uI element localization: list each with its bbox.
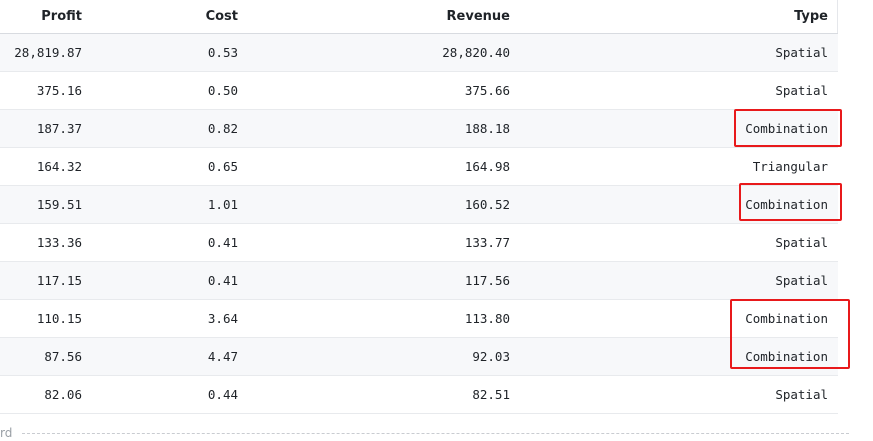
cell-type: Triangular — [510, 147, 828, 186]
cell-type: Spatial — [510, 261, 828, 300]
cell-profit: 159.51 — [0, 185, 82, 224]
cell-spacer — [828, 33, 838, 72]
cell-type: Spatial — [510, 33, 828, 72]
table-row[interactable]: 187.37 0.82 188.18 Combination — [0, 109, 838, 148]
table-row[interactable]: 28,819.87 0.53 28,820.40 Spatial — [0, 33, 838, 72]
table-row[interactable]: 87.56 4.47 92.03 Combination — [0, 337, 838, 376]
column-header-cost[interactable]: Cost — [82, 0, 238, 34]
cell-revenue: 92.03 — [238, 337, 510, 376]
cell-revenue: 164.98 — [238, 147, 510, 186]
table-row[interactable]: 110.15 3.64 113.80 Combination — [0, 299, 838, 338]
cell-profit: 87.56 — [0, 337, 82, 376]
table-row[interactable]: 164.32 0.65 164.98 Triangular — [0, 147, 838, 186]
cell-revenue: 117.56 — [238, 261, 510, 300]
cell-profit: 82.06 — [0, 375, 82, 414]
column-header-spacer — [828, 0, 838, 34]
table-row[interactable]: 133.36 0.41 133.77 Spatial — [0, 223, 838, 262]
table-row[interactable]: 82.06 0.44 82.51 Spatial — [0, 375, 838, 414]
cell-cost: 0.50 — [82, 71, 238, 110]
cell-type: Combination — [510, 185, 828, 224]
cell-cost: 3.64 — [82, 299, 238, 338]
results-table: Profit Cost Revenue Type 28,819.87 0.53 28… — [0, 0, 838, 414]
cell-type: Spatial — [510, 375, 828, 414]
table-row[interactable]: 375.16 0.50 375.66 Spatial — [0, 71, 838, 110]
column-header-profit[interactable]: Profit — [0, 0, 82, 34]
cell-spacer — [828, 223, 838, 262]
footer-partial-text: rd — [0, 426, 13, 440]
table-row[interactable]: 117.15 0.41 117.56 Spatial — [0, 261, 838, 300]
cell-spacer — [828, 299, 838, 338]
cell-spacer — [828, 147, 838, 186]
cell-type: Spatial — [510, 223, 828, 262]
cell-cost: 0.41 — [82, 223, 238, 262]
cell-revenue: 82.51 — [238, 375, 510, 414]
cell-profit: 117.15 — [0, 261, 82, 300]
cell-type: Spatial — [510, 71, 828, 110]
cell-spacer — [828, 109, 838, 148]
cell-spacer — [828, 375, 838, 414]
column-header-type[interactable]: Type — [510, 0, 828, 34]
cell-revenue: 188.18 — [238, 109, 510, 148]
cell-type: Combination — [510, 109, 828, 148]
table-row[interactable]: 159.51 1.01 160.52 Combination — [0, 185, 838, 224]
cell-revenue: 375.66 — [238, 71, 510, 110]
cell-spacer — [828, 185, 838, 224]
cell-revenue: 28,820.40 — [238, 33, 510, 72]
cell-cost: 0.65 — [82, 147, 238, 186]
cell-profit: 28,819.87 — [0, 33, 82, 72]
cell-profit: 164.32 — [0, 147, 82, 186]
cell-profit: 110.15 — [0, 299, 82, 338]
cell-cost: 0.44 — [82, 375, 238, 414]
cell-cost: 0.82 — [82, 109, 238, 148]
cell-profit: 133.36 — [0, 223, 82, 262]
cell-revenue: 113.80 — [238, 299, 510, 338]
cell-revenue: 133.77 — [238, 223, 510, 262]
cell-cost: 0.53 — [82, 33, 238, 72]
cell-revenue: 160.52 — [238, 185, 510, 224]
cell-cost: 4.47 — [82, 337, 238, 376]
cell-cost: 1.01 — [82, 185, 238, 224]
cell-profit: 375.16 — [0, 71, 82, 110]
results-table-container: Profit Cost Revenue Type 28,819.87 0.53 28… — [0, 0, 838, 414]
cell-spacer — [828, 261, 838, 300]
footer-divider — [22, 433, 849, 434]
cell-spacer — [828, 337, 838, 376]
table-header-row: Profit Cost Revenue Type — [0, 0, 838, 34]
cell-type: Combination — [510, 299, 828, 338]
column-header-revenue[interactable]: Revenue — [238, 0, 510, 34]
cell-cost: 0.41 — [82, 261, 238, 300]
cell-type: Combination — [510, 337, 828, 376]
cell-spacer — [828, 71, 838, 110]
cell-profit: 187.37 — [0, 109, 82, 148]
